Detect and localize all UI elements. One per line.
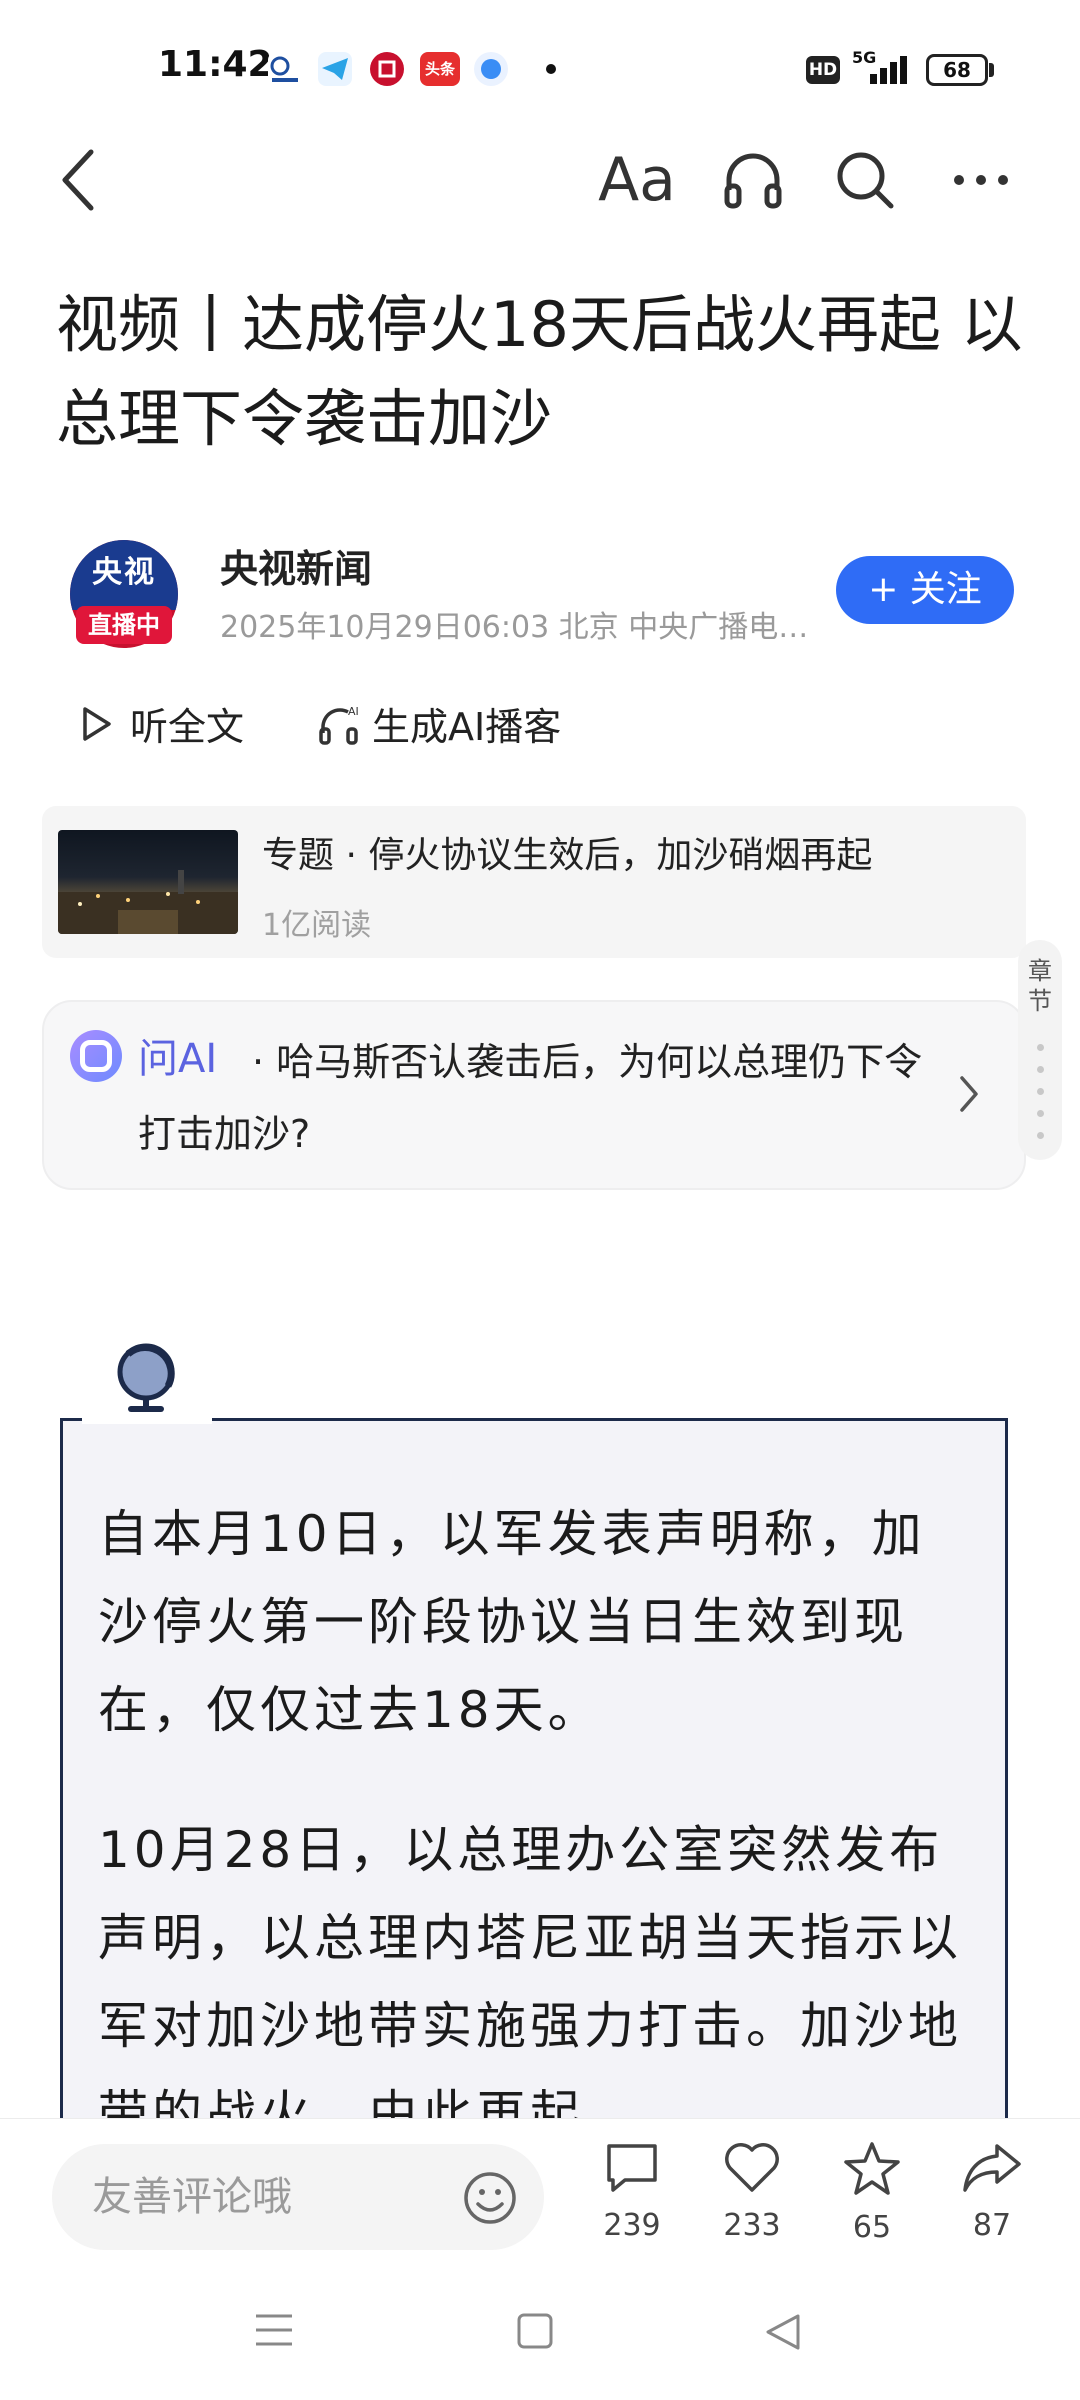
headphones-icon xyxy=(724,153,782,209)
svg-text:AI: AI xyxy=(348,705,359,718)
comment-icon xyxy=(607,2144,657,2192)
article-paragraph: 10月28日，以总理办公室突然发布声明，以总理内塔尼亚胡当天指示以军对加沙地带实… xyxy=(98,1821,962,2143)
back-button[interactable] xyxy=(44,140,114,220)
system-back-button[interactable] xyxy=(764,2312,802,2356)
chevron-right-icon[interactable] xyxy=(958,1074,980,1118)
chapter-dot xyxy=(1037,1044,1044,1051)
menu-icon xyxy=(256,2314,292,2346)
play-icon xyxy=(83,706,111,741)
search-icon xyxy=(837,152,894,209)
like-count: 233 xyxy=(723,2208,781,2243)
hd-voice-icon: HD xyxy=(806,56,840,84)
home-button[interactable] xyxy=(516,2312,554,2354)
heart-icon xyxy=(725,2143,779,2192)
author-name[interactable]: 央视新闻 xyxy=(220,538,372,593)
chapter-dot xyxy=(1037,1110,1044,1117)
article-meta: 2025年10月29日06:03 北京 中央广播电视总台 xyxy=(220,610,820,645)
battery-icon: 68 xyxy=(926,54,988,86)
favorite-button[interactable]: 65 xyxy=(822,2140,922,2245)
share-icon xyxy=(963,2144,1021,2192)
telegram-notification-icon xyxy=(318,52,352,86)
favorite-count: 65 xyxy=(852,2210,892,2245)
ai-podcast-label: 生成AI播客 xyxy=(372,705,562,749)
topic-title: 专题 · 停火协议生效后，加沙硝烟再起 xyxy=(262,835,873,876)
more-button[interactable] xyxy=(936,140,1026,220)
more-dots-icon xyxy=(954,175,1008,185)
browser-notification-icon xyxy=(474,52,508,86)
ask-ai-question: · 哈马斯否认袭击后，为何以总理仍下令打击加沙? xyxy=(138,1040,923,1156)
listen-full-text-button[interactable]: 听全文 xyxy=(80,696,244,751)
bank-app-notification-icon xyxy=(268,52,302,86)
chapter-dot xyxy=(1037,1088,1044,1095)
comment-count: 239 xyxy=(603,2208,661,2243)
search-button[interactable] xyxy=(820,140,910,220)
chapter-dot xyxy=(1037,1132,1044,1139)
star-icon xyxy=(844,2142,900,2195)
follow-button[interactable]: + 关注 xyxy=(836,556,1014,624)
font-size-button[interactable]: Aa xyxy=(592,140,682,220)
globe-icon xyxy=(110,1340,182,1420)
chapter-label: 章节 xyxy=(1028,957,1052,1015)
triangle-back-icon xyxy=(766,2314,800,2350)
listen-button[interactable] xyxy=(708,140,798,220)
topic-thumbnail xyxy=(58,830,238,934)
status-bar: 11:42 头条 HD 5G 68 xyxy=(0,0,1080,130)
more-notifications-dot xyxy=(546,64,556,74)
ask-ai-label: 问AI xyxy=(138,1036,218,1082)
article-paragraph: 自本月10日，以军发表声明称，加沙停火第一阶段协议当日生效到现在，仅仅过去18天… xyxy=(98,1505,926,1739)
topic-reads: 1亿阅读 xyxy=(262,908,372,943)
avatar-logo-text: 央视 xyxy=(70,540,178,610)
chevron-left-icon xyxy=(62,149,94,211)
status-time: 11:42 xyxy=(158,44,273,85)
signal-icon xyxy=(870,54,918,84)
emoji-button[interactable] xyxy=(462,2170,518,2230)
emoji-icon xyxy=(464,2172,516,2224)
share-count: 87 xyxy=(972,2208,1012,2243)
ai-logo-inner xyxy=(80,1040,112,1072)
share-button[interactable]: 87 xyxy=(942,2140,1042,2243)
toutiao-notification-icon: 头条 xyxy=(420,52,460,86)
comment-button[interactable]: 239 xyxy=(582,2140,682,2243)
icbc-notification-icon xyxy=(370,52,404,86)
ai-podcast-button[interactable]: AI 生成AI播客 xyxy=(318,696,561,751)
ai-headphones-icon: AI xyxy=(319,705,359,745)
square-icon xyxy=(517,2313,553,2349)
chapter-dot xyxy=(1037,1066,1044,1073)
listen-label: 听全文 xyxy=(130,705,245,749)
like-button[interactable]: 233 xyxy=(702,2140,802,2243)
recent-apps-button[interactable] xyxy=(254,2312,294,2352)
live-badge[interactable]: 直播中 xyxy=(76,606,172,644)
article-title: 视频丨达成停火18天后战火再起 以总理下令袭击加沙 xyxy=(56,288,1023,455)
battery-tip xyxy=(989,63,994,77)
